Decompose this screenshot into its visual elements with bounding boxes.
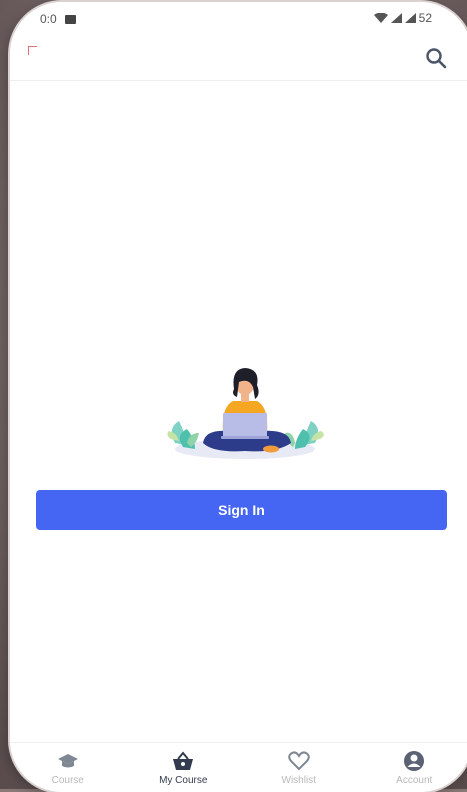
search-icon xyxy=(425,47,447,69)
signal-icon-2 xyxy=(405,13,416,23)
nav-course-label: Course xyxy=(52,775,84,786)
heart-icon xyxy=(288,751,310,771)
nav-wishlist[interactable]: Wishlist xyxy=(241,743,357,792)
sign-in-button[interactable]: Sign In xyxy=(36,490,447,530)
app-bar xyxy=(10,34,467,81)
person-with-laptop-illustration xyxy=(165,363,325,463)
status-time: 0:0 xyxy=(40,12,57,26)
phone-screen: 0:0 52 xyxy=(10,2,467,792)
gallery-notification-icon xyxy=(65,15,76,24)
nav-wishlist-label: Wishlist xyxy=(282,775,316,786)
nav-account-label: Account xyxy=(396,775,432,786)
basket-icon xyxy=(172,751,194,771)
nav-my-course-label: My Course xyxy=(159,775,207,786)
wifi-icon xyxy=(374,13,388,23)
account-icon xyxy=(403,751,425,771)
status-right: 52 xyxy=(374,11,432,25)
signal-icon xyxy=(391,13,402,23)
main-content: Sign In xyxy=(10,81,467,741)
status-left: 0:0 xyxy=(40,12,76,26)
nav-my-course[interactable]: My Course xyxy=(126,743,242,792)
nav-course[interactable]: Course xyxy=(10,743,126,792)
graduation-cap-icon xyxy=(57,751,79,771)
battery-level: 52 xyxy=(419,11,432,25)
nav-account[interactable]: Account xyxy=(357,743,467,792)
logo-icon xyxy=(28,46,37,55)
search-button[interactable] xyxy=(422,44,450,72)
status-bar: 0:0 52 xyxy=(10,2,467,34)
bottom-navigation: Course My Course Wishlist xyxy=(10,742,467,792)
